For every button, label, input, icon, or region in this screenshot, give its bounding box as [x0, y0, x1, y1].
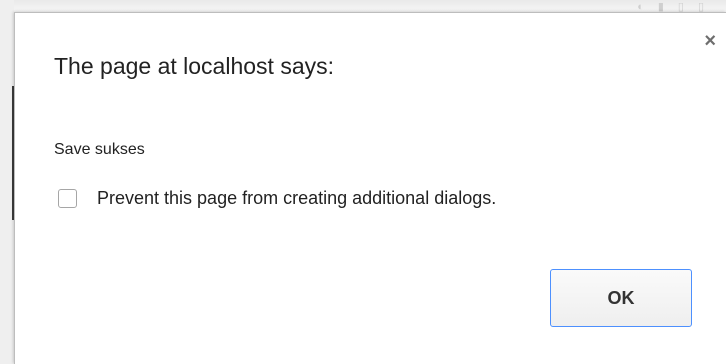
- prevent-dialogs-label: Prevent this page from creating addition…: [97, 188, 497, 208]
- prevent-dialogs-option[interactable]: Prevent this page from creating addition…: [58, 188, 496, 209]
- close-icon[interactable]: ×: [704, 31, 716, 51]
- dialog-title: The page at localhost says:: [54, 53, 334, 79]
- prevent-dialogs-checkbox[interactable]: [58, 189, 77, 208]
- alert-dialog: × The page at localhost says: Save sukse…: [14, 12, 726, 364]
- browser-viewport: ◐▮▯▯ × The page at localhost says: Save …: [0, 0, 726, 364]
- ok-button[interactable]: OK: [550, 269, 692, 327]
- browser-toolbar-fade: [0, 0, 726, 12]
- background-toolbar-icons: ◐▮▯▯: [637, 1, 718, 13]
- dialog-message: Save sukses: [54, 141, 145, 158]
